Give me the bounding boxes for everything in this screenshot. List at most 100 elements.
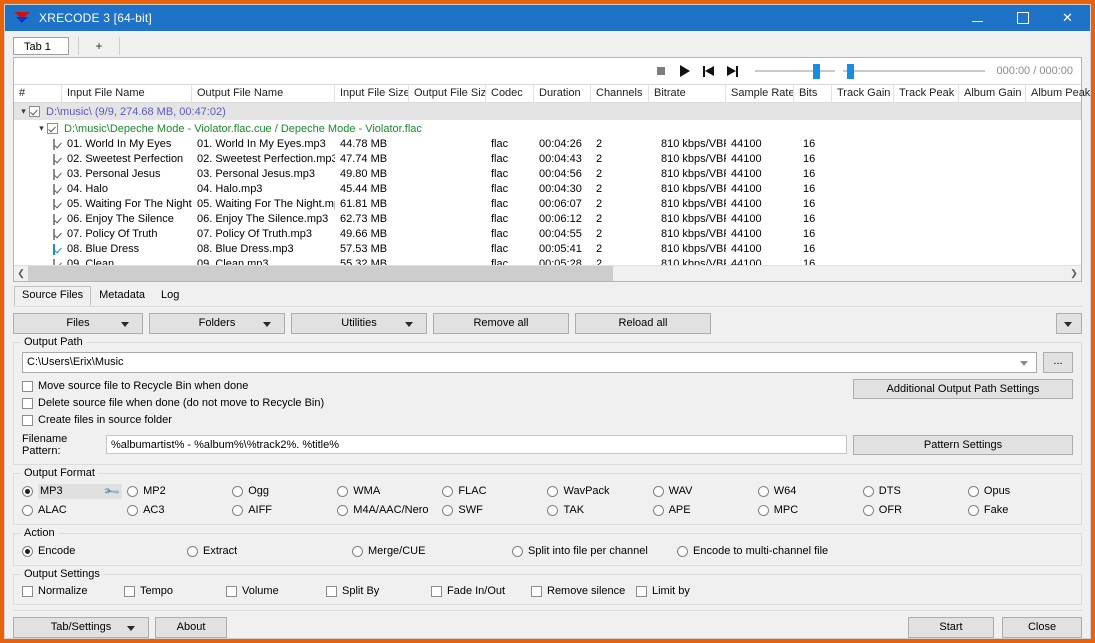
table-row[interactable]: 303. Personal Jesus03. Personal Jesus.mp… [14, 167, 1081, 182]
table-row[interactable]: 707. Policy Of Truth07. Policy Of Truth.… [14, 227, 1081, 242]
tab-item-1[interactable]: Tab 1 [13, 37, 69, 55]
output-setting-limit-by[interactable]: Limit by [636, 583, 1073, 600]
format-option-wavpack[interactable]: WavPack [547, 482, 652, 501]
checkbox-box[interactable] [431, 586, 442, 597]
column-header-track-peak[interactable]: Track Peak [894, 85, 959, 102]
checkbox-box[interactable] [531, 586, 542, 597]
close-button[interactable]: Close [1002, 617, 1082, 638]
format-option-wma[interactable]: WMA [337, 482, 442, 501]
format-option-aiff[interactable]: AIFF [232, 501, 337, 520]
start-button[interactable]: Start [908, 617, 994, 638]
group-checkbox[interactable] [29, 106, 40, 117]
close-window-button[interactable]: ✕ [1045, 5, 1090, 31]
column-header-sample-rate[interactable]: Sample Rate [726, 85, 794, 102]
column-header-output-file-size[interactable]: Output File Size [409, 85, 486, 102]
radio-button[interactable] [512, 546, 523, 557]
radio-button[interactable] [968, 505, 979, 516]
radio-button[interactable] [653, 486, 664, 497]
output-setting-tempo[interactable]: Tempo [124, 583, 226, 600]
radio-button[interactable] [653, 505, 664, 516]
row-checkbox[interactable] [53, 184, 55, 195]
column-header-bits[interactable]: Bits [794, 85, 832, 102]
chevron-down-icon[interactable]: ▾ [18, 106, 29, 117]
format-option-alac[interactable]: ALAC [22, 501, 127, 520]
checkbox-box[interactable] [124, 586, 135, 597]
remove-all-button[interactable]: Remove all [433, 313, 569, 334]
checkbox-box[interactable] [636, 586, 647, 597]
checkbox-box[interactable] [226, 586, 237, 597]
checkbox-box[interactable] [22, 586, 33, 597]
tab-log[interactable]: Log [153, 286, 187, 306]
horizontal-scrollbar[interactable]: ❮ ❯ [14, 265, 1081, 281]
table-row[interactable]: 909. Clean09. Clean.mp355.32 MBflac00:05… [14, 257, 1081, 265]
column-header-output-file-name[interactable]: Output File Name [192, 85, 335, 102]
stop-button[interactable] [652, 62, 670, 80]
radio-button[interactable] [442, 505, 453, 516]
scrollbar-track[interactable] [28, 266, 1067, 281]
table-row[interactable]: 202. Sweetest Perfection02. Sweetest Per… [14, 152, 1081, 167]
tab-metadata[interactable]: Metadata [91, 286, 153, 306]
format-option-opus[interactable]: Opus [968, 482, 1073, 501]
action-option-extract[interactable]: Extract [187, 542, 352, 561]
format-option-mpc[interactable]: MPC [758, 501, 863, 520]
radio-button[interactable] [232, 505, 243, 516]
format-option-m4a-aac-nero[interactable]: M4A/AAC/Nero [337, 501, 442, 520]
column-header-album-gain[interactable]: Album Gain [959, 85, 1026, 102]
action-option-split-into-file-per-channel[interactable]: Split into file per channel [512, 542, 677, 561]
format-option-fake[interactable]: Fake [968, 501, 1073, 520]
row-checkbox[interactable] [53, 169, 55, 180]
format-option-ape[interactable]: APE [653, 501, 758, 520]
checkbox-box[interactable] [326, 586, 337, 597]
table-row[interactable]: 101. World In My Eyes01. World In My Eye… [14, 137, 1081, 152]
minimize-button[interactable] [955, 5, 1000, 31]
radio-button[interactable] [22, 505, 33, 516]
column-header-channels[interactable]: Channels [591, 85, 649, 102]
radio-button[interactable] [22, 486, 33, 497]
volume-slider[interactable] [755, 62, 835, 80]
radio-button[interactable] [863, 486, 874, 497]
column-header-track-gain[interactable]: Track Gain [832, 85, 894, 102]
subgroup-checkbox[interactable] [47, 123, 58, 134]
radio-button[interactable] [352, 546, 363, 557]
radio-button[interactable] [127, 486, 138, 497]
group-row[interactable]: ▾D:\music\ (9/9, 274.68 MB, 00:47:02) [14, 103, 1081, 120]
radio-button[interactable] [22, 546, 33, 557]
radio-button[interactable] [968, 486, 979, 497]
action-option-encode[interactable]: Encode [22, 542, 187, 561]
format-option-ac3[interactable]: AC3 [127, 501, 232, 520]
action-option-encode-to-multi-channel-file[interactable]: Encode to multi-channel file [677, 542, 1073, 561]
scrollbar-thumb[interactable] [28, 266, 613, 281]
radio-button[interactable] [442, 486, 453, 497]
pattern-settings-button[interactable]: Pattern Settings [853, 435, 1073, 455]
format-option-wav[interactable]: WAV [653, 482, 758, 501]
folders-button[interactable]: Folders [149, 313, 285, 334]
column-header-duration[interactable]: Duration [534, 85, 591, 102]
toolbar-overflow-button[interactable] [1056, 313, 1082, 334]
about-button[interactable]: About [155, 617, 227, 638]
output-setting-split-by[interactable]: Split By [326, 583, 431, 600]
checkbox-box[interactable] [22, 381, 33, 392]
format-option-dts[interactable]: DTS [863, 482, 968, 501]
table-row[interactable]: 505. Waiting For The Night05. Waiting Fo… [14, 197, 1081, 212]
action-option-merge-cue[interactable]: Merge/CUE [352, 542, 512, 561]
output-path-checkbox-1[interactable]: Delete source file when done (do not mov… [22, 395, 853, 412]
additional-output-path-settings-button[interactable]: Additional Output Path Settings [853, 379, 1073, 399]
column-header-input-file-name[interactable]: Input File Name [62, 85, 192, 102]
next-button[interactable] [724, 62, 742, 80]
browse-output-path-button[interactable]: ... [1043, 352, 1073, 373]
add-tab-button[interactable]: + [88, 37, 110, 55]
radio-button[interactable] [547, 486, 558, 497]
format-option-tak[interactable]: TAK [547, 501, 652, 520]
row-checkbox[interactable] [53, 259, 55, 265]
radio-button[interactable] [758, 505, 769, 516]
tab-settings-button[interactable]: Tab/Settings [13, 617, 149, 638]
utilities-button[interactable]: Utilities [291, 313, 427, 334]
maximize-button[interactable] [1000, 5, 1045, 31]
row-checkbox[interactable] [53, 229, 55, 240]
radio-button[interactable] [337, 486, 348, 497]
radio-button[interactable] [677, 546, 688, 557]
column-header-codec[interactable]: Codec [486, 85, 534, 102]
column-header-bitrate[interactable]: Bitrate [649, 85, 726, 102]
table-row[interactable]: 404. Halo04. Halo.mp345.44 MBflac00:04:3… [14, 182, 1081, 197]
column-header-[interactable]: # [14, 85, 62, 102]
